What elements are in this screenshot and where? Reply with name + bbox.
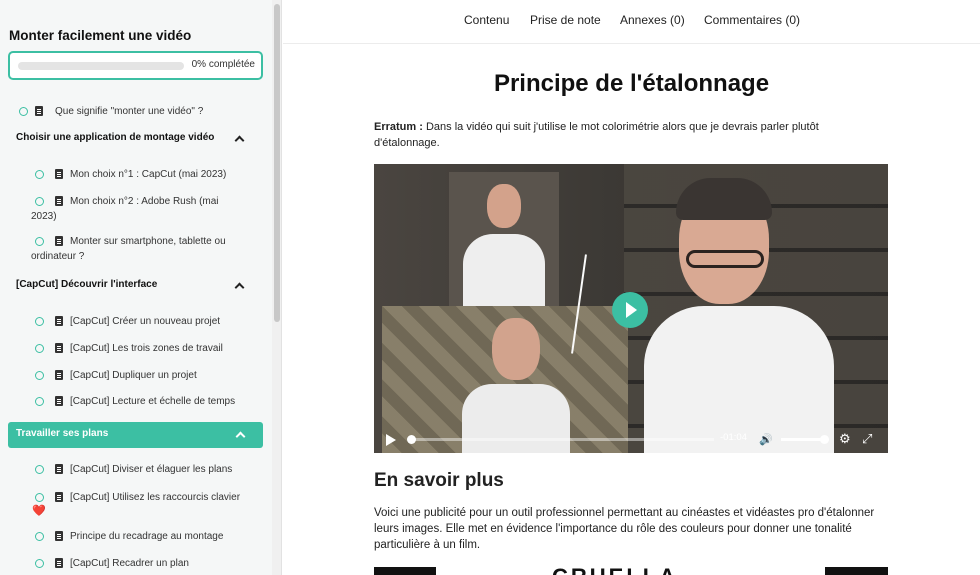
lesson-item[interactable]: [CapCut] Recadrer un plan <box>35 556 265 571</box>
main-content: Contenu Prise de note Annexes (0) Commen… <box>283 0 980 575</box>
course-title: Monter facilement une vidéo <box>9 28 192 43</box>
lesson-item[interactable]: Que signifie "monter une vidéo" ? <box>19 104 259 119</box>
volume-handle[interactable] <box>820 435 829 444</box>
play-small-icon[interactable] <box>386 434 396 446</box>
lesson-label: [CapCut] Recadrer un plan <box>70 558 189 569</box>
lesson-label: Monter sur smartphone, tablette ou <box>70 236 226 247</box>
course-progress: 0% complétée <box>8 51 263 80</box>
scrollbar-thumb[interactable] <box>274 4 280 322</box>
erratum-label: Erratum : <box>374 121 423 133</box>
lesson-label: [CapCut] Diviser et élaguer les plans <box>70 464 233 475</box>
lesson-label: [CapCut] Créer un nouveau projet <box>70 316 221 327</box>
heart-emoji: ❤️ <box>32 505 46 517</box>
lesson-item[interactable]: Principe du recadrage au montage <box>35 529 265 544</box>
poster-image: CRUELLA <box>374 565 888 575</box>
sidebar-scrollbar[interactable] <box>272 0 282 575</box>
completion-circle-icon[interactable] <box>35 397 44 406</box>
document-icon <box>55 169 63 179</box>
lesson-item[interactable]: Mon choix n°1 : CapCut (mai 2023) <box>35 167 265 182</box>
document-icon <box>55 492 63 502</box>
lesson-label-cont: ordinateur ? <box>31 251 85 262</box>
seek-handle[interactable] <box>407 435 416 444</box>
lesson-label: Principe du recadrage au montage <box>70 531 224 542</box>
completion-circle-icon[interactable] <box>35 559 44 568</box>
lesson-title: Principe de l'étalonnage <box>493 70 770 97</box>
document-icon <box>55 464 63 474</box>
completion-circle-icon[interactable] <box>35 237 44 246</box>
erratum-note: Erratum : Dans la vidéo qui suit j'utili… <box>374 119 874 151</box>
chevron-up-icon[interactable] <box>234 282 245 293</box>
completion-circle-icon[interactable] <box>35 170 44 179</box>
document-icon <box>55 196 63 206</box>
time-remaining: -01:04 <box>720 432 747 443</box>
document-icon <box>55 236 63 246</box>
lesson-item[interactable]: [CapCut] Dupliquer un projet <box>35 368 265 383</box>
section-header[interactable]: [CapCut] Découvrir l'interface <box>16 279 157 290</box>
section-heading: En savoir plus <box>374 470 504 491</box>
lesson-label: [CapCut] Lecture et échelle de temps <box>70 396 236 407</box>
tab-commentaires[interactable]: Commentaires (0) <box>704 13 800 27</box>
lesson-item[interactable]: Monter sur smartphone, tablette ou ordin… <box>31 234 265 264</box>
video-controls: -01:04 🔊 ⚙ ⤢ <box>374 426 888 453</box>
content-tabs: Contenu Prise de note Annexes (0) Commen… <box>283 0 980 44</box>
section-header-active[interactable]: Travailler ses plans <box>8 422 263 448</box>
lesson-label: [CapCut] Dupliquer un projet <box>70 370 197 381</box>
completion-circle-icon[interactable] <box>35 317 44 326</box>
lesson-label-cont: 2023) <box>31 211 57 222</box>
gear-icon[interactable]: ⚙ <box>839 431 851 447</box>
lesson-label: Mon choix n°2 : Adobe Rush (mai <box>70 196 219 207</box>
completion-circle-icon[interactable] <box>19 107 28 116</box>
completion-circle-icon[interactable] <box>35 371 44 380</box>
document-icon <box>55 343 63 353</box>
completion-circle-icon[interactable] <box>35 493 44 502</box>
lesson-item[interactable]: [CapCut] Les trois zones de travail <box>35 341 265 356</box>
completion-circle-icon[interactable] <box>35 197 44 206</box>
document-icon <box>35 106 43 116</box>
lesson-item[interactable]: [CapCut] Utilisez les raccourcis clavier <box>35 490 265 505</box>
progress-bar <box>18 62 184 70</box>
lesson-label: [CapCut] Les trois zones de travail <box>70 343 223 354</box>
progress-label: 0% complétée <box>191 59 255 70</box>
lesson-item[interactable]: [CapCut] Lecture et échelle de temps <box>35 394 265 409</box>
completion-circle-icon[interactable] <box>35 532 44 541</box>
tab-prise-de-note[interactable]: Prise de note <box>530 13 601 27</box>
course-sidebar: Monter facilement une vidéo 0% complétée… <box>0 0 272 575</box>
document-icon <box>55 531 63 541</box>
seek-bar[interactable] <box>410 438 714 441</box>
document-icon <box>55 558 63 568</box>
fullscreen-icon[interactable]: ⤢ <box>862 431 872 447</box>
volume-slider[interactable] <box>781 438 825 441</box>
video-inset-top <box>449 172 559 308</box>
video-player[interactable]: -01:04 🔊 ⚙ ⤢ <box>374 164 888 453</box>
lesson-item[interactable]: [CapCut] Créer un nouveau projet <box>35 314 265 329</box>
completion-circle-icon[interactable] <box>35 344 44 353</box>
lesson-item[interactable]: [CapCut] Diviser et élaguer les plans <box>35 462 265 477</box>
volume-icon[interactable]: 🔊 <box>759 433 773 446</box>
lesson-label: [CapCut] Utilisez les raccourcis clavier <box>70 492 241 503</box>
document-icon <box>55 396 63 406</box>
lesson-label: Que signifie "monter une vidéo" ? <box>55 106 204 117</box>
section-header[interactable]: Choisir une application de montage vidéo <box>16 132 214 143</box>
video-presenter <box>634 164 888 453</box>
completion-circle-icon[interactable] <box>35 465 44 474</box>
lesson-item[interactable]: Mon choix n°2 : Adobe Rush (mai 2023) <box>31 194 265 224</box>
document-icon <box>55 370 63 380</box>
lesson-label: Mon choix n°1 : CapCut (mai 2023) <box>70 169 227 180</box>
document-icon <box>55 316 63 326</box>
poster-title: CRUELLA <box>552 565 678 575</box>
chevron-up-icon[interactable] <box>234 135 245 146</box>
description-paragraph: Voici une publicité pour un outil profes… <box>374 507 875 551</box>
tab-contenu[interactable]: Contenu <box>464 13 509 27</box>
section-label: Travailler ses plans <box>16 428 109 439</box>
erratum-text: Dans la vidéo qui suit j'utilise le mot … <box>374 121 819 149</box>
tab-annexes[interactable]: Annexes (0) <box>620 13 685 27</box>
play-icon[interactable] <box>612 292 648 328</box>
chevron-up-icon[interactable] <box>235 431 246 442</box>
